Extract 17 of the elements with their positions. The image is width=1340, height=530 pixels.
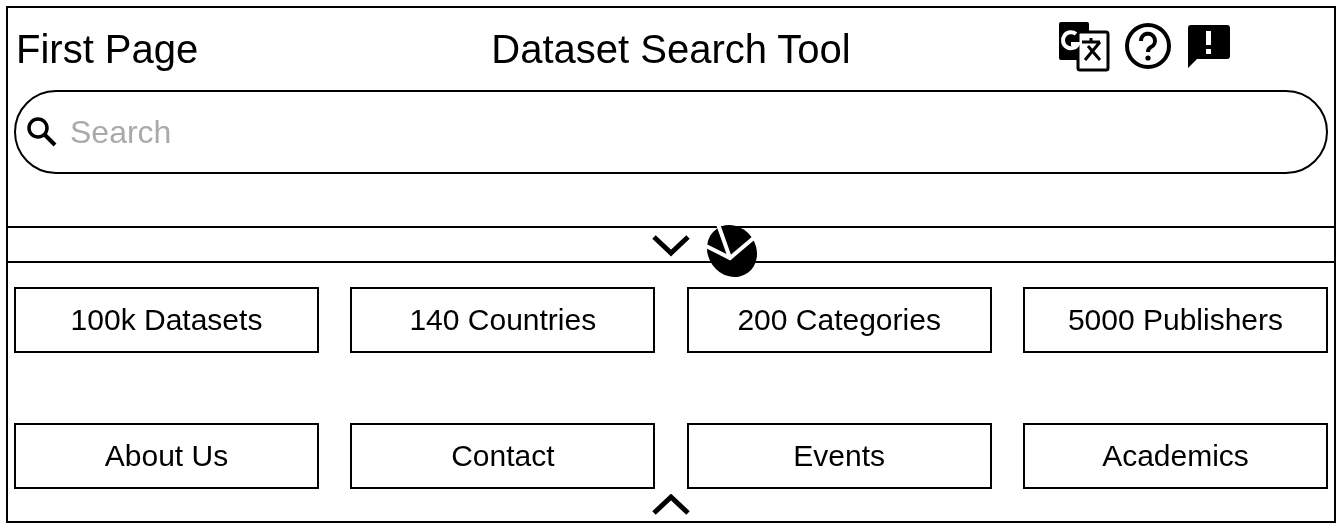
help-icon[interactable] (1124, 22, 1172, 70)
translate-icon[interactable] (1058, 20, 1110, 72)
search-icon (26, 116, 58, 148)
stat-tile: 100k Datasets (14, 287, 319, 353)
feedback-icon[interactable] (1186, 23, 1232, 69)
stat-tile: 200 Categories (686, 287, 992, 353)
chevron-up-icon[interactable] (651, 494, 691, 516)
nav-button[interactable]: About Us (14, 423, 319, 489)
chevron-down-icon[interactable] (651, 232, 691, 257)
stat-tile: 140 Countries (350, 287, 656, 353)
nav-button[interactable]: Academics (1023, 423, 1328, 489)
page-title: Dataset Search Tool (491, 26, 851, 72)
nav-button[interactable]: Events (686, 423, 992, 489)
nav-button[interactable]: Contact (350, 423, 656, 489)
stat-tile: 5000 Publishers (1023, 287, 1328, 353)
search-field[interactable]: Search (14, 90, 1328, 174)
page-label: First Page (16, 26, 199, 72)
